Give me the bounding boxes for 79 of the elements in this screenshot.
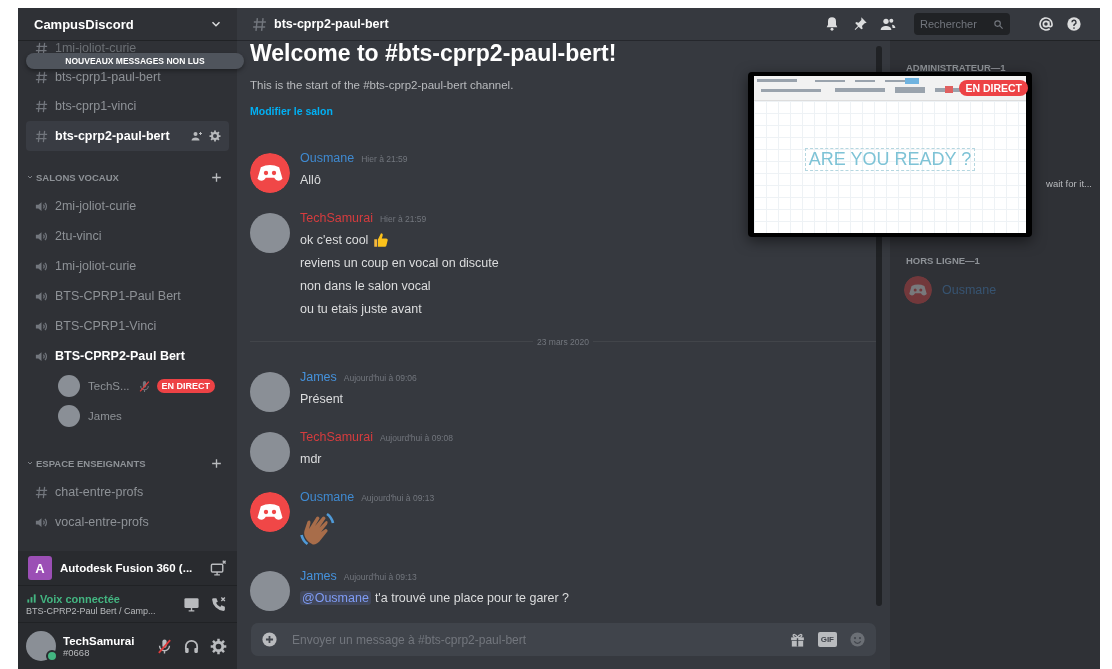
live-badge: EN DIRECT bbox=[156, 379, 216, 393]
member-status: wait for it... bbox=[1046, 177, 1092, 189]
welcome-title: Welcome to #bts-cprp2-paul-bert! bbox=[250, 42, 618, 64]
monitor-icon[interactable] bbox=[210, 559, 227, 577]
message-text: reviens un coup en vocal on discute bbox=[300, 255, 499, 270]
thumbs-up-icon bbox=[372, 230, 391, 249]
gift-icon[interactable] bbox=[788, 631, 806, 648]
help-icon[interactable] bbox=[1066, 16, 1082, 32]
settings-icon[interactable] bbox=[209, 130, 221, 142]
channel-item[interactable]: bts-cprp1-vinci bbox=[26, 91, 229, 121]
category-header[interactable]: ESPACE ENSEIGNANTS bbox=[26, 457, 210, 469]
muted-mic-icon[interactable] bbox=[156, 637, 173, 655]
gif-button[interactable]: GIF bbox=[817, 632, 837, 647]
author-name[interactable]: TechSamurai bbox=[300, 430, 373, 444]
user-tag: #0668 bbox=[63, 646, 146, 658]
edit-channel-link[interactable]: Modifier le salon bbox=[250, 105, 333, 117]
channel-item[interactable]: 2mi-joliot-curie bbox=[26, 191, 229, 221]
hash-icon bbox=[251, 15, 268, 33]
settings-icon[interactable] bbox=[210, 637, 227, 655]
hash-icon bbox=[34, 41, 49, 56]
channel-item[interactable]: bts-cprp2-paul-bert bbox=[26, 121, 229, 151]
headphones-icon[interactable] bbox=[183, 637, 200, 655]
screen-share-icon[interactable] bbox=[183, 595, 200, 613]
message-text: ou tu etais juste avant bbox=[300, 301, 422, 316]
username: TechSamurai bbox=[63, 634, 136, 647]
search-input[interactable]: Rechercher bbox=[920, 18, 993, 30]
member-group-title: ADMINISTRATEUR—1 bbox=[905, 62, 1007, 73]
message-text: mdr bbox=[300, 451, 322, 466]
welcome-text: This is the start of the #bts-cprp2-paul-bert channel. bbox=[250, 79, 515, 91]
add-channel-icon[interactable] bbox=[210, 456, 223, 470]
search-icon bbox=[993, 18, 1004, 30]
app-icon: A bbox=[28, 556, 52, 580]
server-header[interactable]: CampusDiscord bbox=[18, 8, 237, 40]
avatar bbox=[58, 405, 80, 427]
add-channel-icon[interactable] bbox=[210, 170, 223, 184]
message-text: t'a trouvé une place pour te garer ? bbox=[374, 590, 570, 605]
waving-hand-icon bbox=[300, 511, 336, 547]
voice-user[interactable]: James bbox=[26, 401, 229, 431]
category-header[interactable]: SALONS VOCAUX bbox=[26, 171, 210, 183]
bell-icon[interactable] bbox=[824, 16, 840, 32]
avatar bbox=[58, 375, 80, 397]
avatar bbox=[26, 631, 56, 661]
voice-status: Voix connectée bbox=[40, 592, 120, 605]
author-name[interactable]: Ousmane bbox=[300, 490, 355, 504]
hash-icon bbox=[34, 69, 49, 85]
author-name[interactable]: James bbox=[300, 569, 337, 583]
voice-location[interactable]: BTS-CPRP2-Paul Bert / Camp... bbox=[26, 605, 173, 616]
pin-icon[interactable] bbox=[852, 16, 868, 32]
upload-icon[interactable] bbox=[261, 631, 278, 648]
channel-item[interactable]: 2tu-vinci bbox=[26, 221, 229, 251]
mention-link[interactable]: @Ousmane bbox=[300, 590, 371, 605]
author-name[interactable]: TechSamurai bbox=[300, 211, 373, 225]
message-text: Allô bbox=[300, 172, 321, 187]
message-text: Présent bbox=[300, 391, 344, 406]
signal-icon bbox=[26, 593, 37, 604]
message-text: non dans le salon vocal bbox=[300, 278, 431, 293]
channel-item[interactable]: BTS-CPRP1-Paul Bert bbox=[26, 281, 229, 311]
disconnect-icon[interactable] bbox=[210, 595, 227, 613]
activity-name: Autodesk Fusion 360 (... bbox=[60, 562, 194, 574]
hash-icon bbox=[34, 484, 49, 500]
member-group-title: HORS LIGNE—1 bbox=[905, 255, 981, 266]
channel-item[interactable]: BTS-CPRP2-Paul Bert bbox=[26, 341, 229, 371]
live-badge: EN DIRECT bbox=[959, 80, 1028, 96]
invite-icon[interactable] bbox=[191, 130, 203, 142]
voice-user[interactable]: TechS... EN DIRECT bbox=[26, 371, 229, 401]
author-name[interactable]: James bbox=[300, 370, 337, 384]
channel-item[interactable]: 1mi-joliot-curie bbox=[26, 251, 229, 281]
members-icon[interactable] bbox=[880, 16, 896, 32]
message-text: ok c'est cool bbox=[300, 232, 369, 247]
channel-title: bts-cprp2-paul-bert bbox=[274, 17, 389, 31]
hash-icon bbox=[34, 98, 49, 114]
author-name[interactable]: Ousmane bbox=[300, 151, 355, 165]
search-field[interactable]: Rechercher bbox=[914, 13, 1010, 35]
unread-messages-toast[interactable]: NOUVEAUX MESSAGES NON LUS bbox=[26, 53, 244, 69]
channel-item[interactable]: BTS-CPRP1-Vinci bbox=[26, 311, 229, 341]
hash-icon bbox=[34, 128, 49, 144]
channel-item[interactable]: vocal-entre-profs bbox=[26, 507, 229, 537]
mention-icon[interactable] bbox=[1038, 16, 1054, 32]
channel-item[interactable]: chat-entre-profs bbox=[26, 477, 229, 507]
